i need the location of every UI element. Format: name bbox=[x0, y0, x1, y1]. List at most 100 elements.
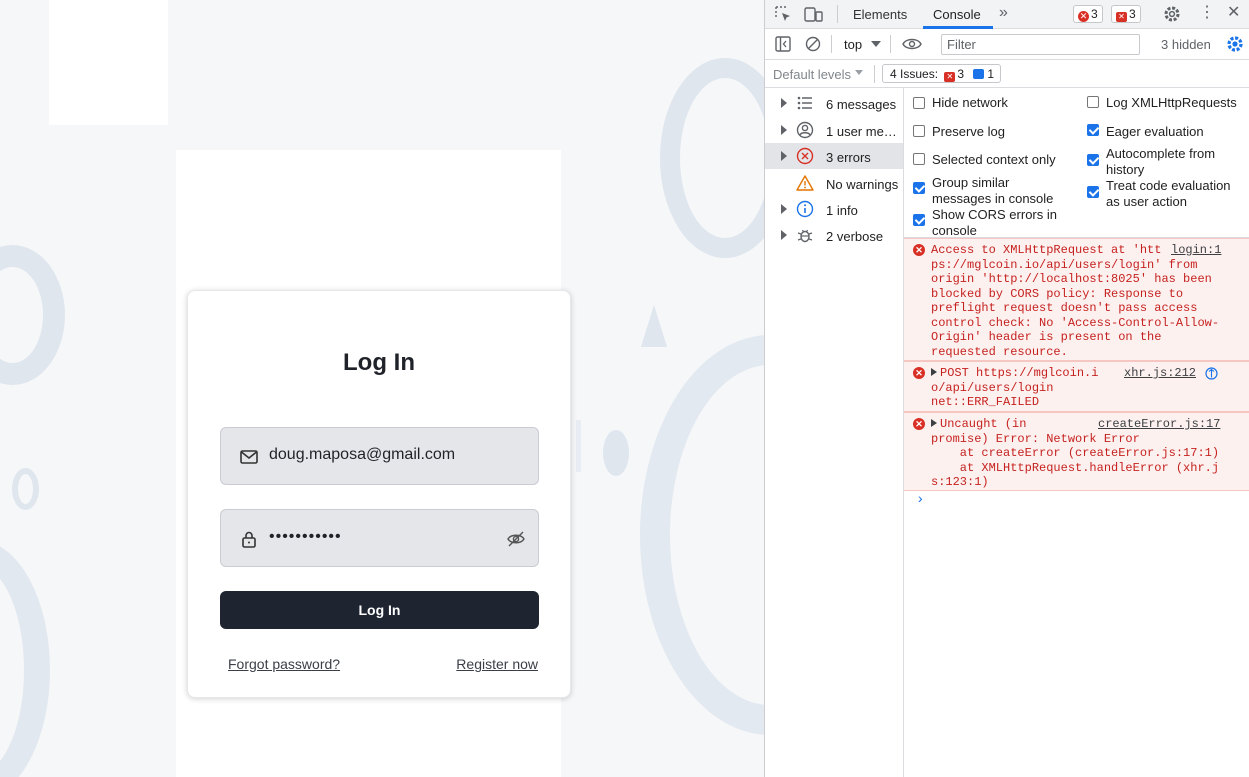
sidebar-label: 1 info bbox=[826, 203, 858, 218]
console-settings-gear-icon[interactable] bbox=[1226, 35, 1244, 53]
selected-context-label: Selected context only bbox=[932, 152, 1056, 167]
more-tabs-icon[interactable]: » bbox=[999, 4, 1008, 22]
autocomplete-label: Autocomplete from history bbox=[1106, 146, 1216, 177]
sidebar-item-info[interactable]: 1 info bbox=[765, 196, 903, 222]
decor-triangle bbox=[641, 305, 667, 347]
preserve-log-label: Preserve log bbox=[932, 124, 1005, 139]
decor-bar bbox=[576, 420, 581, 472]
sidebar-item-warnings[interactable]: No warnings bbox=[765, 170, 903, 196]
network-request-icon[interactable] bbox=[1205, 367, 1218, 380]
register-link[interactable]: Register now bbox=[456, 656, 538, 672]
divider bbox=[890, 35, 891, 53]
error-icon bbox=[796, 147, 814, 165]
divider bbox=[831, 35, 832, 53]
user-icon bbox=[796, 121, 814, 139]
source-link[interactable]: createError.js:17 bbox=[1098, 417, 1220, 432]
sidebar-item-messages[interactable]: 6 messages bbox=[765, 90, 903, 116]
forgot-password-link[interactable]: Forgot password? bbox=[228, 656, 340, 672]
web-page: Log In doug.maposa@gmail.com •••••••••••… bbox=[0, 0, 764, 777]
levels-toolbar: Default levels 4 Issues: ✕ 3 1 bbox=[765, 60, 1249, 88]
expand-triangle-icon[interactable] bbox=[931, 419, 937, 427]
chevron-down-icon[interactable] bbox=[855, 70, 863, 75]
console-error-message[interactable]: ✕ POST https://mglcoin.i o/api/users/log… bbox=[904, 361, 1249, 412]
group-similar-checkbox[interactable] bbox=[913, 182, 925, 194]
inspect-element-icon[interactable] bbox=[775, 6, 792, 23]
group-similar-label: Group similar messages in console bbox=[932, 175, 1054, 206]
eye-off-icon[interactable] bbox=[506, 529, 526, 549]
password-value: ••••••••••• bbox=[269, 528, 342, 545]
expand-triangle-icon[interactable] bbox=[931, 368, 937, 376]
tab-elements[interactable]: Elements bbox=[853, 7, 907, 22]
log-xhr-checkbox[interactable] bbox=[1087, 96, 1099, 108]
decor-dot bbox=[603, 430, 629, 476]
message-text: POST https://mglcoin.i o/api/users/login… bbox=[931, 366, 1099, 409]
mail-icon bbox=[240, 450, 258, 464]
console-error-message[interactable]: ✕ Access to XMLHttpRequest at 'htt ps://… bbox=[904, 238, 1249, 361]
devtools-panel: Elements Console » ✕ 3 ✕ 3 ⋮ ✕ top Filte… bbox=[764, 0, 1249, 777]
divider bbox=[837, 5, 838, 23]
eager-evaluation-checkbox[interactable] bbox=[1087, 124, 1099, 136]
filter-input[interactable] bbox=[941, 34, 1140, 55]
error-icon: ✕ bbox=[944, 72, 956, 82]
sidebar-label: No warnings bbox=[826, 177, 899, 192]
issues-error-count: 3 bbox=[957, 67, 965, 81]
sidebar-label: 3 errors bbox=[826, 150, 871, 165]
sidebar-label: 6 messages bbox=[826, 97, 897, 112]
sidebar-item-verbose[interactable]: 2 verbose bbox=[765, 222, 903, 248]
sidebar-label: 1 user me… bbox=[826, 124, 897, 139]
lock-icon bbox=[242, 531, 256, 548]
info-message-icon bbox=[973, 69, 985, 79]
sidebar-toggle-icon[interactable] bbox=[775, 36, 791, 52]
console-sidebar: 6 messages 1 user me… 3 errors No warnin… bbox=[765, 88, 904, 777]
password-field[interactable]: ••••••••••• bbox=[220, 509, 539, 567]
decor-ring bbox=[640, 335, 764, 735]
decor-ring bbox=[660, 58, 764, 258]
divider bbox=[874, 65, 875, 83]
source-link[interactable]: xhr.js:212 bbox=[1124, 366, 1196, 381]
chevron-down-icon[interactable] bbox=[871, 41, 881, 47]
treat-code-checkbox[interactable] bbox=[1087, 186, 1099, 198]
hide-network-checkbox[interactable] bbox=[913, 97, 925, 109]
close-icon[interactable]: ✕ bbox=[1227, 4, 1240, 22]
decor-ring bbox=[0, 540, 50, 777]
sidebar-item-errors[interactable]: 3 errors bbox=[765, 143, 903, 169]
info-icon bbox=[796, 200, 814, 218]
log-levels-select[interactable]: Default levels bbox=[773, 67, 851, 82]
issues-button[interactable]: 4 Issues: ✕ 3 1 bbox=[882, 64, 1002, 83]
console-prompt[interactable]: › bbox=[916, 492, 924, 508]
selected-context-checkbox[interactable] bbox=[913, 153, 925, 165]
gear-icon[interactable] bbox=[1163, 5, 1181, 23]
warning-count-badge[interactable]: ✕ 3 bbox=[1111, 5, 1141, 23]
autocomplete-checkbox[interactable] bbox=[1087, 154, 1099, 166]
bug-icon bbox=[797, 229, 813, 243]
show-cors-label: Show CORS errors in console bbox=[932, 207, 1057, 238]
login-title: Log In bbox=[343, 349, 415, 376]
kebab-menu-icon[interactable]: ⋮ bbox=[1199, 4, 1215, 22]
sidebar-label: 2 verbose bbox=[826, 229, 884, 244]
eye-icon[interactable] bbox=[902, 37, 922, 51]
error-count-badge[interactable]: ✕ 3 bbox=[1073, 5, 1103, 23]
console-error-message[interactable]: ✕ Uncaught (in promise) Error: Network E… bbox=[904, 412, 1249, 491]
clear-console-icon[interactable] bbox=[805, 36, 821, 52]
treat-code-label: Treat code evaluation as user action bbox=[1106, 178, 1231, 209]
sidebar-item-user-messages[interactable]: 1 user me… bbox=[765, 117, 903, 143]
decor-white-block bbox=[49, 0, 168, 125]
context-select[interactable]: top bbox=[844, 37, 862, 52]
error-icon: ✕ bbox=[913, 244, 925, 256]
preserve-log-checkbox[interactable] bbox=[913, 125, 925, 137]
email-value: doug.maposa@gmail.com bbox=[269, 446, 456, 463]
device-toolbar-icon[interactable] bbox=[804, 6, 823, 23]
console-toolbar: top 3 hidden bbox=[765, 29, 1249, 60]
issues-label: 4 Issues: bbox=[890, 67, 939, 81]
decor-ring bbox=[0, 245, 65, 385]
email-field[interactable]: doug.maposa@gmail.com bbox=[220, 427, 539, 485]
devtools-main-toolbar: Elements Console » ✕ 3 ✕ 3 ⋮ ✕ bbox=[765, 0, 1249, 29]
tab-console[interactable]: Console bbox=[933, 7, 981, 22]
decor-ring bbox=[12, 468, 39, 510]
show-cors-checkbox[interactable] bbox=[913, 214, 925, 226]
login-card: Log In doug.maposa@gmail.com •••••••••••… bbox=[187, 290, 571, 698]
list-icon bbox=[797, 96, 812, 110]
eager-evaluation-label: Eager evaluation bbox=[1106, 124, 1204, 139]
source-link[interactable]: login:1 bbox=[1171, 243, 1221, 258]
login-button[interactable]: Log In bbox=[220, 591, 539, 629]
